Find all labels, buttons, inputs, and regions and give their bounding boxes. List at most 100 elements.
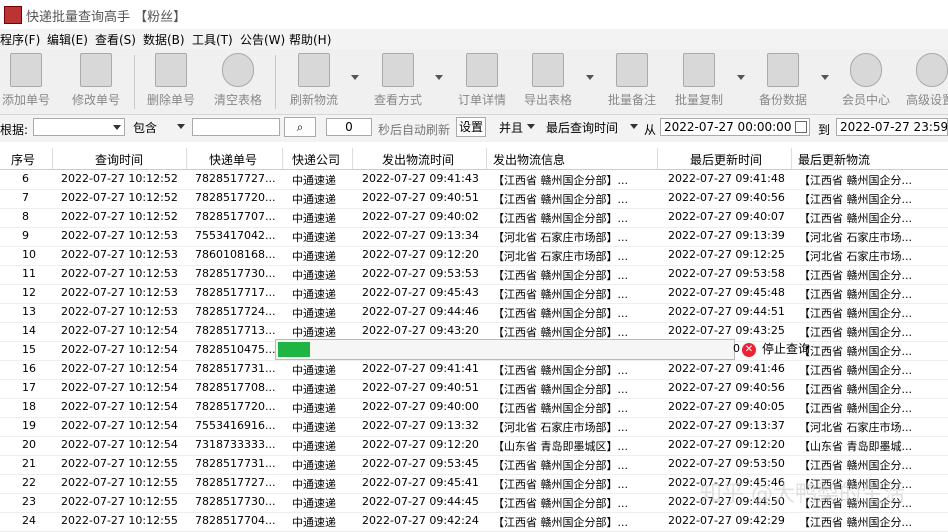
cell-courier: 中通速递: [292, 193, 336, 206]
col-header-last-update-time[interactable]: 最后更新时间: [690, 151, 762, 168]
table-row[interactable]: 11 2022-07-27 10:12:53 7828517730... 中通速递 20…: [0, 265, 948, 285]
add-number-button[interactable]: 添加单号: [0, 53, 52, 109]
cell-sent-info: 【江西省 赣州国企分部】...: [493, 478, 628, 491]
cell-last-update-time: 2022-07-27 09:12:25: [668, 248, 785, 261]
dropdown-arrow-icon[interactable]: [351, 75, 359, 80]
search-button[interactable]: ⌕: [284, 117, 316, 137]
advanced-settings-button[interactable]: 高级设置: [902, 53, 948, 109]
settings-button[interactable]: 设置: [456, 117, 486, 137]
menu-notice[interactable]: 公告(W): [240, 31, 285, 48]
cell-courier: 中通速递: [292, 364, 336, 377]
cell-index: 17: [22, 381, 36, 394]
dropdown-arrow-icon[interactable]: [737, 75, 745, 80]
refresh-logistics-button[interactable]: 刷新物流: [288, 53, 340, 109]
cell-last-update-time: 2022-07-27 09:40:07: [668, 210, 785, 223]
stop-icon[interactable]: ✕: [742, 342, 756, 357]
menu-tools[interactable]: 工具(T): [192, 31, 233, 48]
menu-program[interactable]: 程序(F): [0, 31, 40, 48]
menu-data[interactable]: 数据(B): [143, 31, 185, 48]
table-row[interactable]: 18 2022-07-27 10:12:54 7828517720... 中通速递 20…: [0, 398, 948, 418]
calendar-icon[interactable]: [795, 121, 807, 133]
menu-view[interactable]: 查看(S): [95, 31, 136, 48]
cell-query-time: 2022-07-27 10:12:54: [61, 362, 178, 375]
cell-index: 16: [22, 362, 36, 375]
cell-index: 20: [22, 438, 36, 451]
cell-tracking-number: 7860108168...: [195, 248, 276, 261]
cell-sent-info: 【江西省 赣州国企分部】...: [493, 269, 628, 282]
stop-query-button[interactable]: 停止查询: [762, 342, 810, 356]
title-bar: 快递批量查询高手 【粉丝】: [0, 0, 948, 28]
col-header-last-update-info[interactable]: 最后更新物流: [798, 151, 870, 168]
cell-sent-time: 2022-07-27 09:40:51: [362, 191, 479, 204]
table-row[interactable]: 8 2022-07-27 10:12:52 7828517707... 中通速递 202…: [0, 208, 948, 228]
cell-query-time: 2022-07-27 10:12:52: [61, 191, 178, 204]
table-row[interactable]: 21 2022-07-27 10:12:55 7828517731... 中通速递 20…: [0, 455, 948, 475]
clear-table-button[interactable]: 清空表格: [212, 53, 264, 109]
edit-number-button[interactable]: 修改单号: [70, 53, 122, 109]
menu-edit[interactable]: 编辑(E): [47, 31, 88, 48]
backup-data-button[interactable]: 备份数据: [757, 53, 809, 109]
cell-index: 23: [22, 495, 36, 508]
table-row[interactable]: 6 2022-07-27 10:12:52 7828517727... 中通速递 202…: [0, 170, 948, 190]
col-header-tracking-number[interactable]: 快递单号: [209, 151, 257, 168]
cell-sent-info: 【江西省 赣州国企分部】...: [493, 516, 628, 529]
table-row[interactable]: 24 2022-07-27 10:12:55 7828517704... 中通速递 20…: [0, 512, 948, 532]
col-header-courier[interactable]: 快递公司: [292, 151, 340, 168]
view-mode-button[interactable]: 查看方式: [372, 53, 424, 109]
stop-query-control: 0 ✕ 停止查询: [733, 340, 810, 359]
order-detail-button[interactable]: 订单详情: [456, 53, 508, 109]
table-row[interactable]: 16 2022-07-27 10:12:54 7828517731... 中通速递 20…: [0, 360, 948, 380]
cell-sent-time: 2022-07-27 09:12:20: [362, 438, 479, 451]
cell-courier: 中通速递: [292, 326, 336, 339]
dropdown-arrow-icon[interactable]: [586, 75, 594, 80]
refresh-document-icon: [298, 53, 330, 87]
cell-last-update-info: 【江西省 赣州国企分...: [799, 193, 912, 206]
col-header-index[interactable]: 序号: [11, 151, 35, 168]
table-row[interactable]: 12 2022-07-27 10:12:53 7828517717... 中通速递 20…: [0, 284, 948, 304]
col-header-sent-info[interactable]: 发出物流信息: [493, 151, 565, 168]
cell-last-update-info: 【江西省 赣州国企分...: [799, 383, 912, 396]
toolbar-divider: [275, 55, 276, 109]
cell-last-update-info: 【河北省 石家庄市场...: [799, 231, 912, 244]
field-select[interactable]: [33, 118, 125, 136]
col-header-sent-time[interactable]: 发出物流时间: [382, 151, 454, 168]
keyword-input[interactable]: [192, 118, 280, 136]
dropdown-arrow-icon[interactable]: [821, 75, 829, 80]
cell-query-time: 2022-07-27 10:12:54: [61, 400, 178, 413]
table-row[interactable]: 20 2022-07-27 10:12:54 7318733333... 中通速递 20…: [0, 436, 948, 456]
edit-pencil-icon: [80, 53, 112, 87]
cell-courier: 中通速递: [292, 402, 336, 415]
from-datetime-input[interactable]: 2022-07-27 00:00:00: [660, 118, 810, 136]
table-row[interactable]: 17 2022-07-27 10:12:54 7828517708... 中通速递 20…: [0, 379, 948, 399]
cell-sent-time: 2022-07-27 09:43:20: [362, 324, 479, 337]
progress-count: 0: [733, 342, 740, 355]
table-row[interactable]: 10 2022-07-27 10:12:53 7860108168... 中通速递 20…: [0, 246, 948, 266]
refresh-interval-input[interactable]: 0: [326, 118, 372, 136]
table-row[interactable]: 19 2022-07-27 10:12:54 7553416916... 中通速递 20…: [0, 417, 948, 437]
export-table-button[interactable]: 导出表格: [522, 53, 574, 109]
cell-courier: 中通速递: [292, 383, 336, 396]
toolbar: 添加单号 修改单号 删除单号 清空表格 刷新物流 查看方式 订单详情 导出表格 …: [0, 49, 948, 115]
menu-help[interactable]: 帮助(H): [289, 31, 331, 48]
time-field-select[interactable]: 最后查询时间: [543, 118, 641, 136]
cell-tracking-number: 7828517727...: [195, 172, 276, 185]
col-header-query-time[interactable]: 查询时间: [95, 151, 143, 168]
cell-tracking-number: 7828517724...: [195, 305, 276, 318]
member-center-button[interactable]: 会员中心: [840, 53, 892, 109]
watermark: 知乎 @大鸭梨的生活: [700, 482, 905, 507]
table-row[interactable]: 9 2022-07-27 10:12:53 7553417042... 中通速递 202…: [0, 227, 948, 247]
logic-select[interactable]: 并且: [496, 118, 538, 136]
table-row[interactable]: 13 2022-07-27 10:12:53 7828517724... 中通速递 20…: [0, 303, 948, 323]
filter-by-label: 根据:: [0, 123, 29, 137]
batch-note-button[interactable]: 批量备注: [606, 53, 658, 109]
batch-copy-button[interactable]: 批量复制: [673, 53, 725, 109]
table-header: 序号 查询时间 快递单号 快递公司 发出物流时间 发出物流信息 最后更新时间 最…: [0, 148, 948, 170]
dropdown-arrow-icon[interactable]: [435, 75, 443, 80]
to-datetime-input[interactable]: 2022-07-27 23:59:5: [836, 118, 948, 136]
delete-number-button[interactable]: 删除单号: [145, 53, 197, 109]
cell-last-update-info: 【江西省 赣州国企分...: [799, 288, 912, 301]
cell-index: 6: [22, 172, 29, 185]
match-mode-select[interactable]: 包含: [130, 118, 188, 136]
cell-last-update-time: 2022-07-27 09:44:51: [668, 305, 785, 318]
table-row[interactable]: 7 2022-07-27 10:12:52 7828517720... 中通速递 202…: [0, 189, 948, 209]
